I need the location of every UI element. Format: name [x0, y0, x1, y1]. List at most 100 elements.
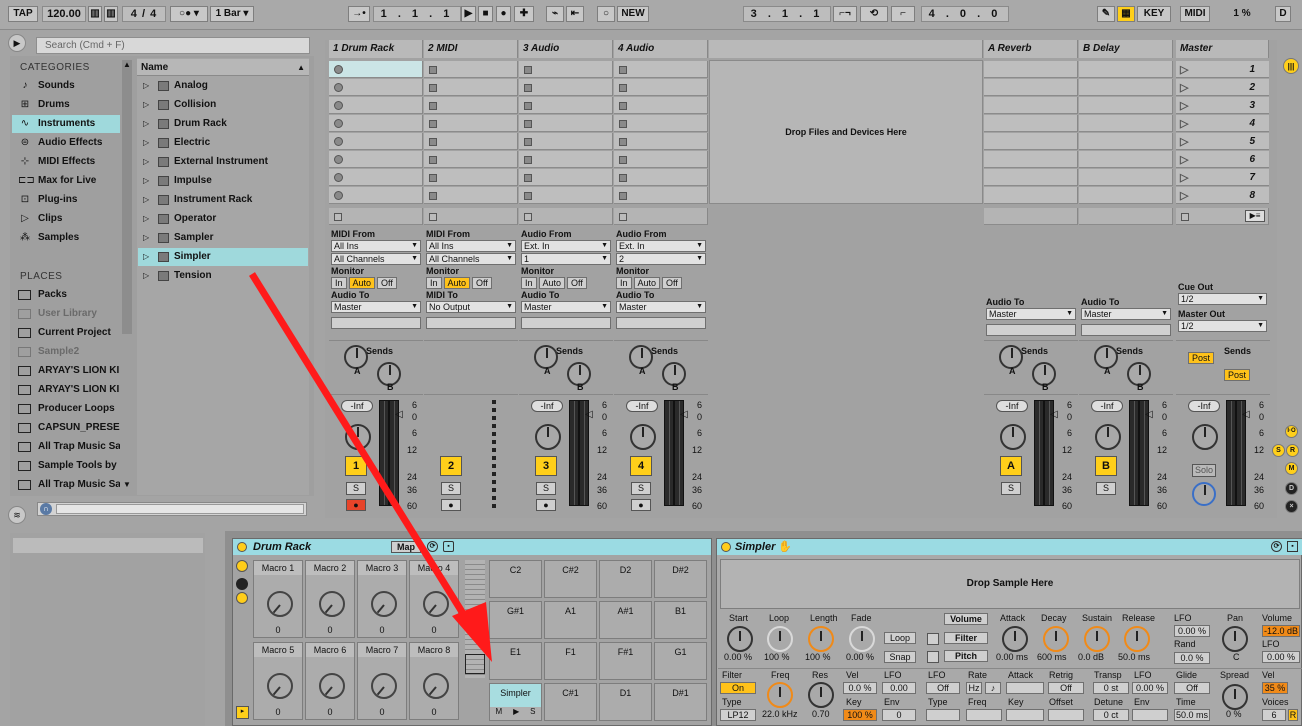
track-activator[interactable]: 4	[630, 456, 652, 476]
scroll-down-icon[interactable]: ▼	[122, 480, 132, 489]
arm-button[interactable]: ●	[536, 499, 556, 511]
voices-select[interactable]: 6	[1262, 709, 1286, 721]
clip-slot[interactable]	[984, 61, 1078, 78]
output-sub-select[interactable]	[521, 317, 611, 329]
sample-param-knob[interactable]	[767, 626, 793, 652]
volume-readout[interactable]: -Inf	[626, 400, 658, 412]
cue-volume-knob[interactable]	[1192, 482, 1216, 506]
filter-type-select[interactable]: LP12	[720, 709, 756, 721]
volume-amount[interactable]: -12.0 dB	[1262, 625, 1300, 637]
volume-fader-icon[interactable]: ◁	[1050, 409, 1058, 420]
midi-from-select[interactable]: All Ins	[426, 240, 516, 252]
category-max-for-live[interactable]: ⊏⊐ Max for Live	[12, 172, 120, 190]
category-samples[interactable]: ⁂ Samples	[12, 229, 120, 247]
clip-slot[interactable]	[424, 133, 518, 150]
return-header-reverb[interactable]: A Reverb	[984, 40, 1078, 58]
clip-slot[interactable]	[984, 97, 1078, 114]
clip-slot[interactable]	[1079, 79, 1173, 96]
clip-slot[interactable]	[424, 61, 518, 78]
clip-slot[interactable]	[614, 151, 708, 168]
place-folder[interactable]: ARYAY'S LION KI	[12, 362, 120, 380]
clip-slot[interactable]	[329, 151, 423, 168]
browser-item[interactable]: ▷ Sampler	[138, 229, 308, 247]
clip-slot[interactable]	[1079, 61, 1173, 78]
clip-slot[interactable]	[984, 151, 1078, 168]
lfo-key-amount[interactable]	[1006, 709, 1044, 721]
pan-knob[interactable]	[535, 424, 561, 450]
io-toggle-icon[interactable]: I·O	[1285, 425, 1298, 438]
clip-slot[interactable]	[1079, 133, 1173, 150]
scene-launch[interactable]: ▷ 1	[1176, 61, 1269, 78]
return-header-delay[interactable]: B Delay	[1079, 40, 1173, 58]
nudge-down-icon[interactable]: ▥	[88, 6, 102, 22]
returns-toggle-icon[interactable]: R	[1286, 444, 1299, 457]
clip-slot[interactable]	[1079, 187, 1173, 204]
pad-solo-button[interactable]: S	[530, 707, 535, 720]
monitor-in[interactable]: In	[521, 277, 537, 289]
track-header-audio-4[interactable]: 4 Audio	[614, 40, 708, 58]
cue-out-select[interactable]: 1/2	[1178, 293, 1267, 305]
filter-tab[interactable]: Filter	[944, 632, 988, 644]
crossfader-toggle-icon[interactable]: ×	[1285, 500, 1298, 513]
lfo-freq-amount[interactable]	[966, 709, 1002, 721]
back-to-arrangement-icon[interactable]: ⇤	[566, 6, 584, 22]
category-audio-effects[interactable]: ⊜ Audio Effects	[12, 134, 120, 152]
clip-slot[interactable]	[1079, 151, 1173, 168]
output-sub-select[interactable]	[1081, 324, 1171, 336]
headphones-icon[interactable]: ∩	[40, 503, 52, 515]
stop-clip-slot[interactable]	[519, 208, 613, 225]
hot-swap-icon[interactable]: ⟳	[1271, 541, 1282, 552]
clip-slot[interactable]	[519, 97, 613, 114]
clip-slot[interactable]	[519, 169, 613, 186]
clip-slot[interactable]	[424, 151, 518, 168]
clip-slot[interactable]	[1079, 115, 1173, 132]
sample-param-knob[interactable]	[808, 626, 834, 652]
category-drums[interactable]: ⊞ Drums	[12, 96, 120, 114]
solo-button[interactable]: S	[631, 482, 651, 495]
monitor-off[interactable]: Off	[662, 277, 682, 289]
place-folder[interactable]: All Trap Music Sa	[12, 438, 120, 456]
track-header-audio-3[interactable]: 3 Audio	[519, 40, 613, 58]
pan-knob[interactable]	[1222, 626, 1248, 652]
scene-launch[interactable]: ▷ 4	[1176, 115, 1269, 132]
stop-icon[interactable]: ■	[478, 6, 493, 22]
audio-from-select[interactable]: Ext. In	[521, 240, 611, 252]
place-packs[interactable]: Packs	[12, 286, 120, 304]
volume-fader-icon[interactable]: ◁	[1242, 409, 1250, 420]
category-midi-effects[interactable]: ⊹ MIDI Effects	[12, 153, 120, 171]
play-icon[interactable]: ▶	[461, 6, 476, 22]
scene-launch[interactable]: ▷ 3	[1176, 97, 1269, 114]
clip-slot[interactable]	[519, 115, 613, 132]
browser-toggle-icon[interactable]: ▶	[8, 34, 26, 52]
drum-pad[interactable]: D1	[599, 683, 652, 721]
solo-cue-button[interactable]: Solo	[1192, 464, 1216, 477]
browser-item[interactable]: ▷ Collision	[138, 96, 308, 114]
rate-hz-button[interactable]: Hz	[966, 682, 982, 694]
drum-pad[interactable]: F#1	[599, 642, 652, 680]
audio-to-select[interactable]: Master	[986, 308, 1076, 320]
tempo-field[interactable]: 120.00	[42, 6, 86, 22]
sample-drop-zone[interactable]: Drop Sample Here	[720, 559, 1300, 609]
clip-slot[interactable]	[519, 61, 613, 78]
filter-lfo-amount[interactable]: 0.00	[882, 682, 916, 694]
place-folder[interactable]: CAPSUN_PRESE	[12, 419, 120, 437]
volume-fader-icon[interactable]: ◁	[585, 409, 593, 420]
lfo-type-select[interactable]	[926, 709, 960, 721]
drum-pad[interactable]: Simpler M ▶ S	[489, 683, 542, 721]
time-signature-field[interactable]: 4 / 4	[122, 6, 166, 22]
drum-pad[interactable]: D#1	[654, 683, 707, 721]
post-button[interactable]: Post	[1224, 369, 1250, 381]
audio-to-select[interactable]: Master	[616, 301, 706, 313]
transpose-amount[interactable]: 0 st	[1093, 682, 1129, 694]
clip-slot[interactable]	[614, 169, 708, 186]
follow-icon[interactable]: →•	[348, 6, 370, 22]
drum-pad[interactable]: A#1	[599, 601, 652, 639]
session-record-icon[interactable]: ○	[597, 6, 615, 22]
clip-slot[interactable]	[424, 169, 518, 186]
return-activator[interactable]: A	[1000, 456, 1022, 476]
pad-mute-button[interactable]: M	[495, 707, 502, 720]
sample-param-knob[interactable]	[727, 626, 753, 652]
clip-slot[interactable]	[614, 187, 708, 204]
output-sub-select[interactable]	[986, 324, 1076, 336]
browser-item[interactable]: ▷ Electric	[138, 134, 308, 152]
